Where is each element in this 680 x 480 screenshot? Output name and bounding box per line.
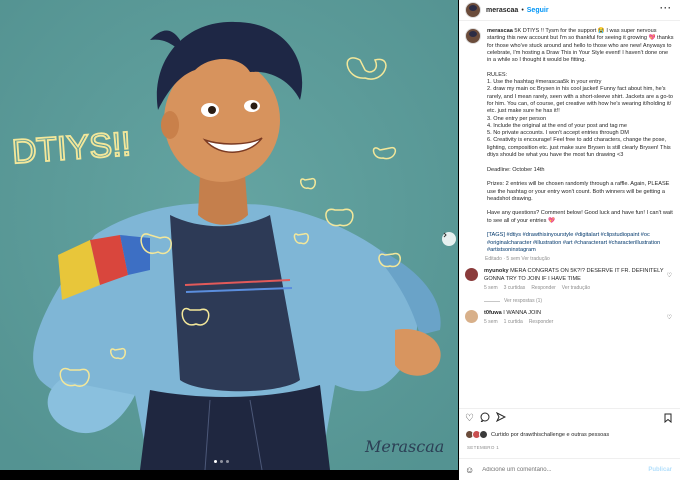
caption-username[interactable]: merascaa (487, 28, 513, 34)
caption-text: merascaa 5K DTIYS !! Tysm for the suppor… (487, 28, 674, 254)
comment-icon[interactable] (480, 412, 490, 425)
comment-time: 5 sem (484, 284, 498, 291)
caption-tags[interactable]: [TAGS] #dtiys #drawthisinyourstyle #digi… (487, 232, 662, 253)
comment-item: t0fuwa I WANNA JOIN 5 sem 1 curtida Resp… (459, 304, 680, 327)
header-username[interactable]: merascaa (486, 7, 518, 14)
artwork-illustration: DTIYS!! Merascaa (0, 0, 458, 470)
action-bar: ♡ (459, 408, 680, 428)
comment-reply-button[interactable]: Responder (529, 319, 553, 326)
post-image[interactable]: DTIYS!! Merascaa (0, 0, 458, 470)
carousel-dot-2 (220, 460, 223, 463)
heart-icon[interactable]: ♡ (667, 314, 672, 321)
liker-avatar (479, 430, 488, 439)
comment-reply-button[interactable]: Responder (531, 285, 555, 292)
heart-icon[interactable]: ♡ (465, 413, 474, 424)
post-modal: DTIYS!! Merascaa merascaa • Seguir ··· m… (0, 0, 680, 480)
comment-text: MERA CONGRATS ON 5K?!? DESERVE IT FR. DE… (484, 268, 664, 282)
comment-translate-button[interactable]: Ver tradução (562, 285, 590, 292)
likes-text: Curtido por drawthischallenge e outras p… (491, 431, 610, 438)
more-dots-icon[interactable]: ··· (660, 3, 672, 13)
comment-username[interactable]: t0fuwa (484, 310, 502, 316)
emoji-icon[interactable]: ☺ (465, 465, 474, 475)
chevron-right-icon (443, 232, 447, 238)
carousel-dot-1 (214, 460, 217, 463)
comment-input[interactable] (482, 466, 633, 473)
comment-time: 5 sem (484, 319, 498, 326)
carousel-dot-3 (226, 460, 229, 463)
comment-avatar[interactable] (465, 310, 478, 324)
publish-button[interactable]: Publicar (648, 467, 672, 473)
artwork-signature: Merascaa (364, 437, 444, 456)
comment-avatar[interactable] (465, 268, 478, 282)
heart-icon[interactable]: ♡ (667, 272, 672, 279)
comment-text: I WANNA JOIN (503, 310, 541, 317)
bookmark-icon[interactable] (664, 413, 672, 426)
comment-username[interactable]: myunoky (484, 268, 509, 274)
post-header: merascaa • Seguir ··· (459, 0, 680, 21)
caption: merascaa 5K DTIYS !! Tysm for the suppor… (459, 22, 680, 254)
likes-summary[interactable]: Curtido por drawthischallenge e outras p… (465, 430, 609, 439)
comments-scroll[interactable]: merascaa 5K DTIYS !! Tysm for the suppor… (459, 22, 680, 402)
carousel-indicator (214, 460, 229, 463)
header-separator: • (521, 6, 524, 14)
share-icon[interactable] (495, 411, 507, 425)
add-comment-bar: ☺ Publicar (459, 458, 680, 480)
caption-avatar[interactable] (465, 28, 481, 44)
follow-button[interactable]: Seguir (527, 7, 549, 14)
caption-body: 5K DTIYS !! Tysm for the support 😭 I was… (487, 28, 674, 224)
post-sidebar: merascaa • Seguir ··· merascaa 5K DTIYS … (459, 0, 680, 480)
comment-likes[interactable]: 3 curtidas (504, 285, 526, 292)
post-date: SETEMBRO 1 (467, 445, 500, 450)
avatar[interactable] (465, 2, 481, 18)
caption-meta: Editado · 5 sem Ver tradução (485, 256, 550, 263)
next-image-button[interactable] (442, 232, 456, 246)
comment-likes[interactable]: 1 curtida (504, 319, 523, 326)
comment-item: myunoky MERA CONGRATS ON 5K?!? DESERVE I… (459, 262, 680, 292)
